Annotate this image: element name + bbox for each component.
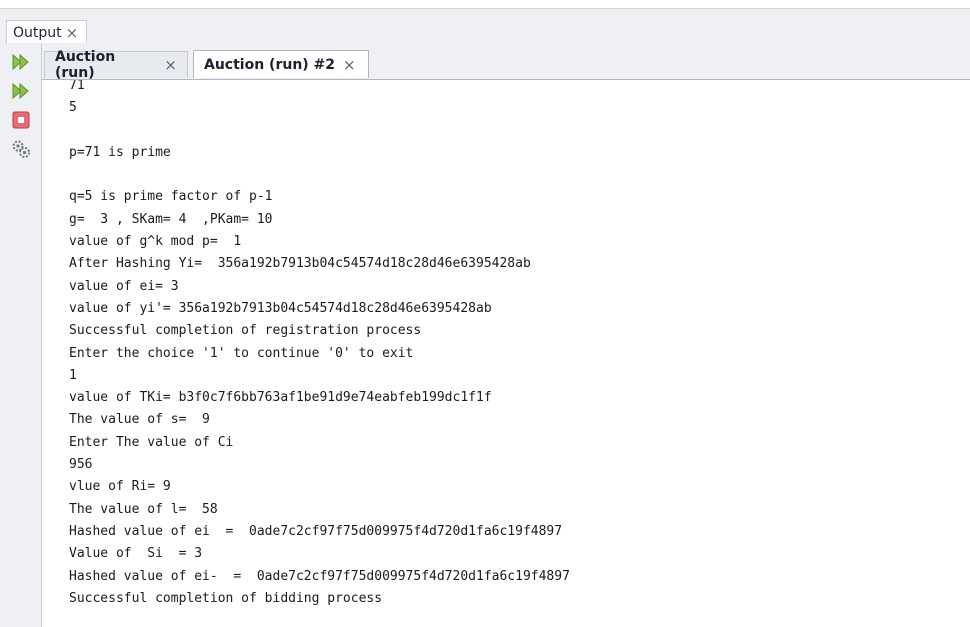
top-divider xyxy=(0,0,970,9)
stop-icon xyxy=(12,111,30,129)
double-play-icon xyxy=(12,83,29,99)
console-line: Successful completion of registration pr… xyxy=(69,323,422,339)
console-line: The value of s= 9 xyxy=(69,412,210,428)
console-line: 71 xyxy=(69,80,85,93)
console-line: 1 xyxy=(69,367,77,383)
console-line: After Hashing Yi= 356a192b7913b04c54574d… xyxy=(69,256,531,272)
console-line: Successful completion of bidding process xyxy=(69,590,383,606)
close-icon[interactable]: × xyxy=(164,56,177,74)
output-panel-header: Output × xyxy=(0,9,970,45)
console-lines: 71 5 p=71 is prime q=5 is prime factor of p… xyxy=(69,80,570,610)
console-line: Value of Si = 3 xyxy=(69,546,203,562)
console-line: vlue of Ri= 9 xyxy=(69,479,171,495)
tab-label: Auction (run) #2 xyxy=(204,56,336,73)
console-line: Enter the choice '1' to continue '0' to … xyxy=(69,345,414,361)
console-line: value of yi'= 356a192b7913b04c54574d18c2… xyxy=(69,300,492,316)
close-icon[interactable]: × xyxy=(343,56,356,74)
output-tab[interactable]: Output × xyxy=(6,20,88,45)
console-line: 956 xyxy=(69,457,93,473)
run-tabs-bar: Auction (run) × Auction (run) #2 × xyxy=(42,43,970,81)
output-toolbar xyxy=(0,43,42,627)
double-play-icon xyxy=(12,54,29,70)
rerun-with-params-button[interactable] xyxy=(11,81,31,101)
console-line: p=71 is prime xyxy=(69,144,171,160)
console-line: g= 3 , SKam= 4 ,PKam= 10 xyxy=(69,211,273,227)
settings-button[interactable] xyxy=(11,139,31,159)
tab-label: Auction (run) xyxy=(55,49,116,81)
output-tab-label: Output xyxy=(13,25,62,41)
tab-auction-run-2[interactable]: Auction (run) #2 × xyxy=(193,50,369,78)
console-line: Enter The value of Ci xyxy=(69,434,234,450)
tab-auction-run[interactable]: Auction (run) × xyxy=(44,49,188,81)
console-line: value of TKi= b3f0c7f6bb763af1be91d9e74e… xyxy=(69,390,492,406)
console-output[interactable]: 71 5 p=71 is prime q=5 is prime factor of p… xyxy=(42,80,970,627)
rerun-button[interactable] xyxy=(11,52,31,72)
stop-button[interactable] xyxy=(11,110,31,130)
console-line: Hashed value of ei = 0ade7c2cf97f75d0099… xyxy=(69,523,563,539)
gear-tools-icon xyxy=(12,140,30,158)
console-line: Hashed value of ei- = 0ade7c2cf97f75d009… xyxy=(69,568,570,584)
close-icon[interactable]: × xyxy=(66,24,79,42)
console-line: value of g^k mod p= 1 xyxy=(69,234,242,250)
console-line: 5 xyxy=(69,100,77,116)
console-line: The value of l= 58 xyxy=(69,501,218,517)
console-line: value of ei= 3 xyxy=(69,278,179,294)
console-line: q=5 is prime factor of p-1 xyxy=(69,189,273,205)
